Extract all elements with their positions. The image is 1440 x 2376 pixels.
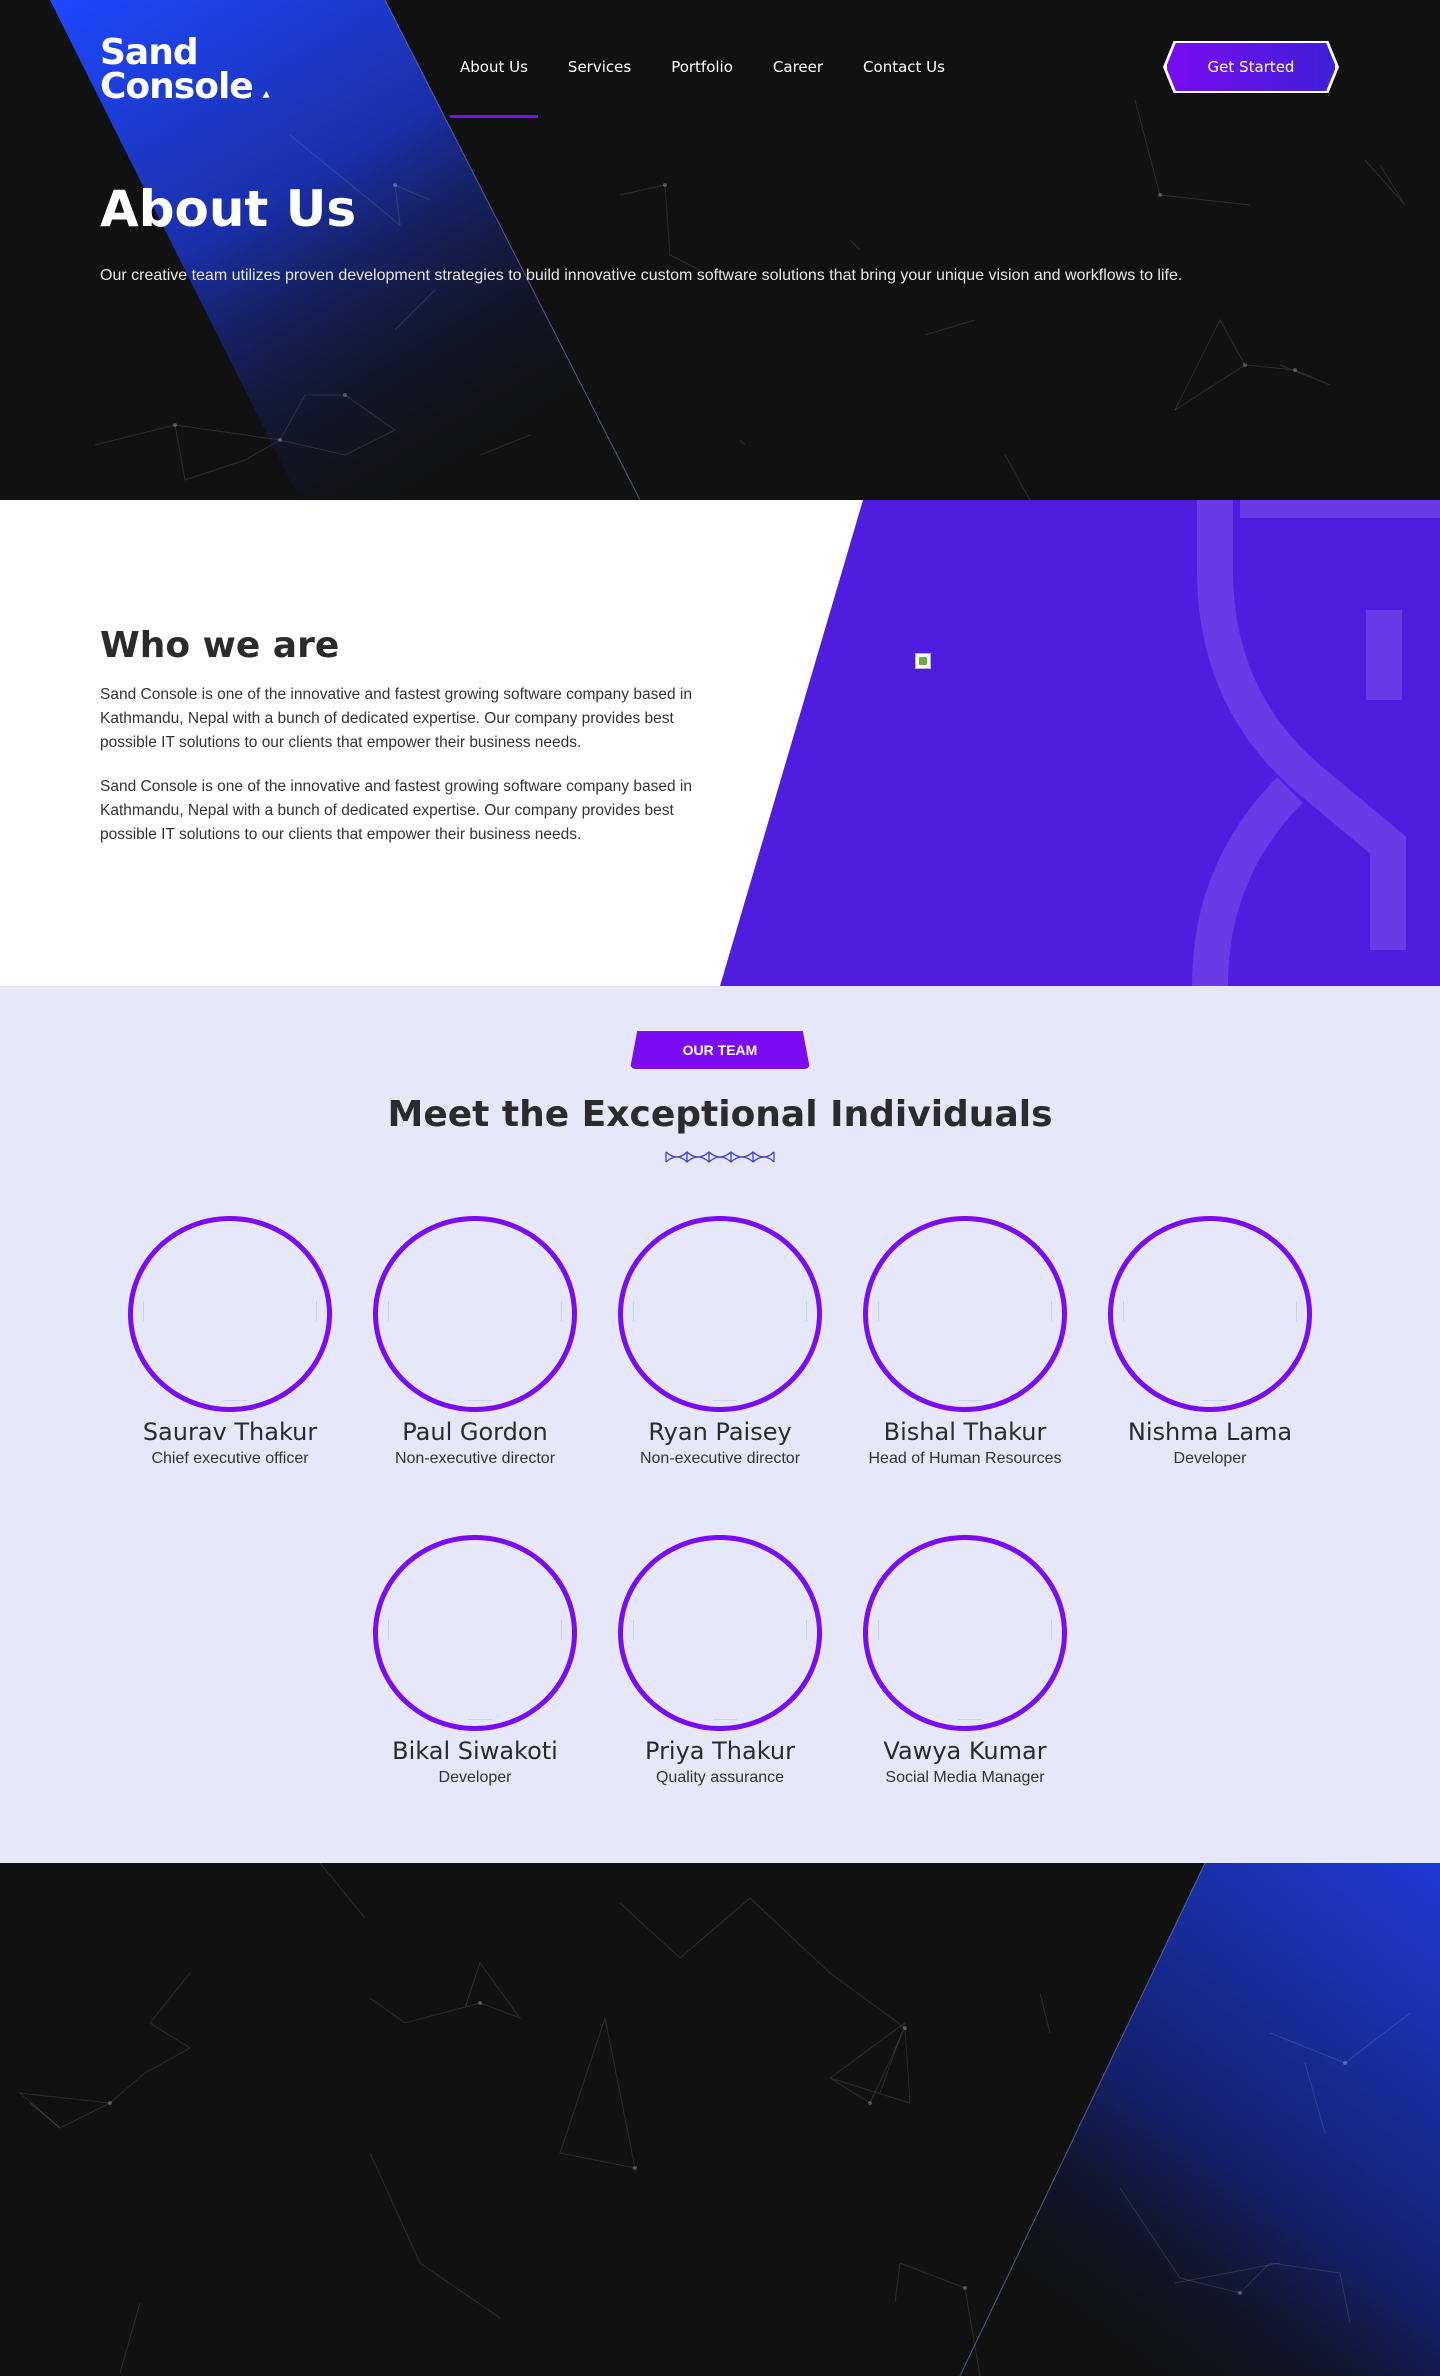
team-member-card[interactable]: Nishma Lama Developer xyxy=(1095,1216,1325,1468)
member-role: Head of Human Resources xyxy=(868,1450,1062,1467)
get-started-button[interactable]: Get Started xyxy=(1166,42,1336,92)
nav-item-career[interactable]: Career xyxy=(753,58,843,76)
main-nav: About Us Services Portfolio Career Conta… xyxy=(440,58,965,118)
footer-background xyxy=(18,1863,1440,2376)
avatar xyxy=(863,1535,1067,1731)
page-title: About Us xyxy=(100,180,357,238)
team-member-card[interactable]: Bishal Thakur Head of Human Resources xyxy=(850,1216,1080,1468)
member-name: Vawya Kumar xyxy=(883,1737,1047,1765)
member-name: Bishal Thakur xyxy=(883,1418,1047,1446)
avatar xyxy=(618,1216,822,1412)
member-role: Non-executive director xyxy=(639,1450,801,1467)
hero-description: Our creative team utilizes proven develo… xyxy=(100,267,1183,284)
avatar xyxy=(128,1216,332,1412)
logo-line1: Sand xyxy=(100,32,199,73)
member-role: Social Media Manager xyxy=(885,1769,1045,1786)
member-name: Saurav Thakur xyxy=(142,1418,318,1446)
logo[interactable]: Sand Console xyxy=(100,32,272,107)
team-member-card[interactable]: Bikal Siwakoti Developer xyxy=(360,1535,590,1787)
member-role: Chief executive officer xyxy=(151,1450,309,1467)
broken-image-icon xyxy=(915,653,931,669)
team-member-card[interactable]: Paul Gordon Non-executive director xyxy=(360,1216,590,1468)
nav-item-contact-us[interactable]: Contact Us xyxy=(843,58,965,76)
member-name: Priya Thakur xyxy=(645,1737,795,1765)
member-name: Bikal Siwakoti xyxy=(392,1737,558,1765)
who-paragraph-2: Sand Console is one of the innovative an… xyxy=(100,778,692,843)
member-role: Developer xyxy=(1173,1450,1247,1467)
member-name: Ryan Paisey xyxy=(648,1418,792,1446)
who-paragraph-1: Sand Console is one of the innovative an… xyxy=(100,686,692,751)
footer-section xyxy=(0,1863,1440,2376)
dna-divider-icon xyxy=(665,1151,775,1163)
team-member-card[interactable]: Ryan Paisey Non-executive director xyxy=(605,1216,835,1468)
logo-line2: Console xyxy=(100,66,254,107)
member-name: Nishma Lama xyxy=(1127,1418,1293,1446)
who-we-are-title: Who we are xyxy=(100,625,340,666)
member-role: Non-executive director xyxy=(394,1450,556,1467)
team-member-card[interactable]: Vawya Kumar Social Media Manager xyxy=(850,1535,1080,1787)
avatar xyxy=(618,1535,822,1731)
team-section: OUR TEAM Meet the Exceptional Individual… xyxy=(0,986,1440,1863)
nav-item-about-us[interactable]: About Us xyxy=(440,58,548,118)
avatar xyxy=(373,1535,577,1731)
who-we-are-section: Who we are Sand Console is one of the in… xyxy=(0,500,1440,986)
team-member-card[interactable]: Saurav Thakur Chief executive officer xyxy=(115,1216,345,1468)
team-title: Meet the Exceptional Individuals xyxy=(387,1094,1053,1135)
hero-section: Sand Console About Us Services Portfolio… xyxy=(0,0,1440,500)
team-member-card[interactable]: Priya Thakur Quality assurance xyxy=(605,1535,835,1787)
nav-item-services[interactable]: Services xyxy=(548,58,651,76)
avatar xyxy=(863,1216,1067,1412)
our-team-badge: OUR TEAM xyxy=(630,1031,810,1069)
member-name: Paul Gordon xyxy=(402,1418,548,1446)
member-role: Developer xyxy=(438,1769,512,1786)
avatar xyxy=(373,1216,577,1412)
avatar xyxy=(1108,1216,1312,1412)
member-role: Quality assurance xyxy=(655,1769,785,1786)
nav-item-portfolio[interactable]: Portfolio xyxy=(651,58,753,76)
